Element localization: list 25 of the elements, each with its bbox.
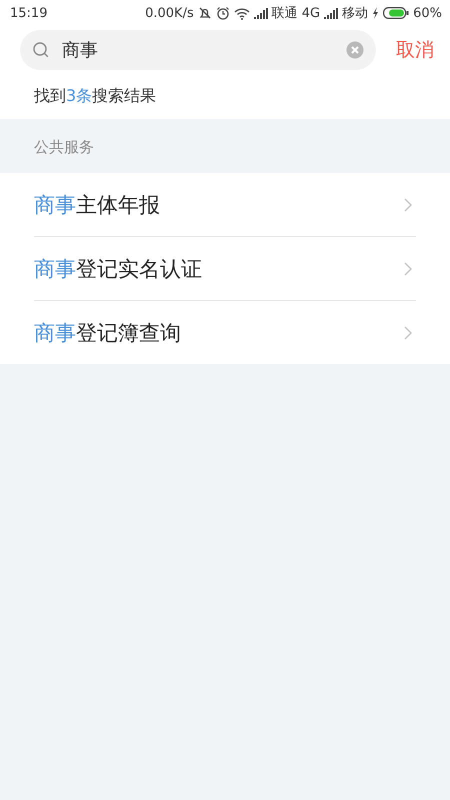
search-icon — [32, 41, 50, 59]
result-item[interactable]: 商事主体年报 — [34, 173, 416, 237]
clear-icon[interactable] — [346, 41, 364, 59]
signal-icon — [324, 8, 338, 18]
signal-icon — [254, 8, 268, 18]
bell-off-icon — [198, 6, 212, 20]
chevron-right-icon — [404, 262, 412, 276]
search-input[interactable]: 商事 — [62, 40, 334, 60]
chevron-right-icon — [404, 198, 412, 212]
lightning-icon — [372, 7, 380, 19]
network-speed: 0.00K/s — [145, 6, 194, 20]
battery-icon — [383, 7, 410, 19]
battery-percent: 60% — [413, 6, 442, 20]
result-item[interactable]: 商事登记簿查询 — [34, 301, 416, 364]
chevron-right-icon — [404, 326, 412, 340]
result-item[interactable]: 商事登记实名认证 — [34, 237, 416, 301]
carrier-name: 移动 — [342, 5, 368, 22]
result-summary: 找到3条搜索结果 — [34, 86, 156, 107]
section-title: 公共服务 — [34, 138, 94, 156]
carrier-name: 联通 — [272, 5, 298, 22]
wifi-icon — [234, 6, 250, 20]
clock-time: 15:19 — [10, 6, 48, 20]
search-field[interactable]: 商事 — [20, 30, 376, 70]
network-type: 4G — [302, 6, 320, 20]
alarm-icon — [216, 6, 230, 20]
